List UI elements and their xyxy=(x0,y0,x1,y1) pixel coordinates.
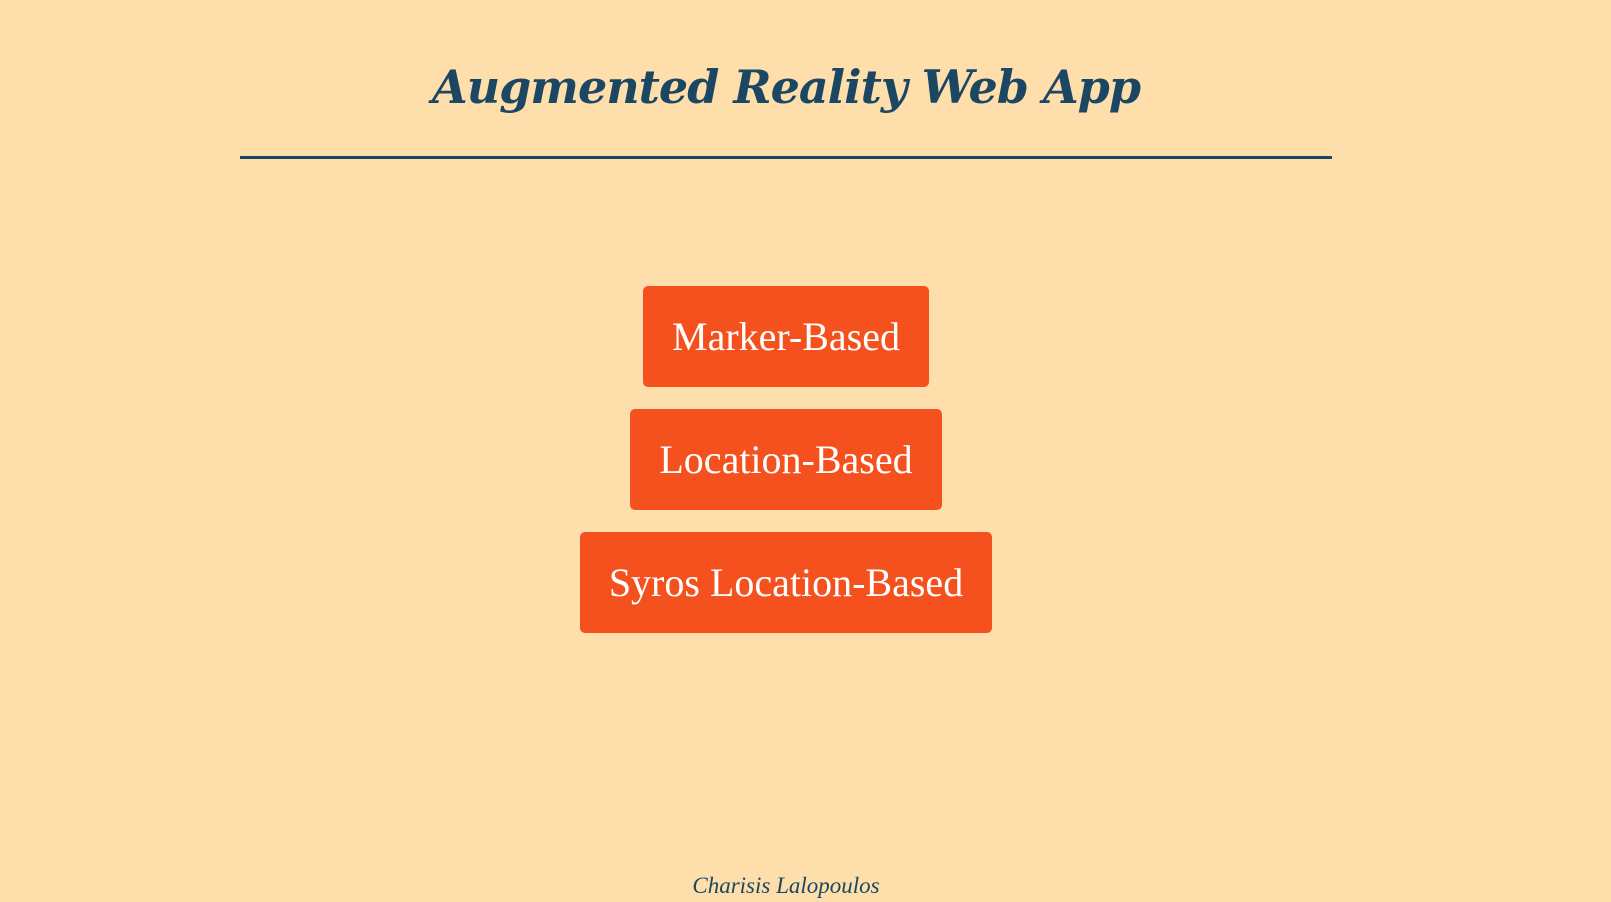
mode-button-group: Marker-Based Location-Based Syros Locati… xyxy=(0,286,1572,655)
page: Augmented Reality Web App Marker-Based L… xyxy=(0,0,1611,902)
location-based-button[interactable]: Location-Based xyxy=(630,409,942,510)
page-title: Augmented Reality Web App xyxy=(432,60,1141,114)
footer-author: Charisis Lalopoulos xyxy=(692,873,880,898)
marker-based-button[interactable]: Marker-Based xyxy=(643,286,929,387)
syros-location-based-button[interactable]: Syros Location-Based xyxy=(579,532,993,633)
title-divider xyxy=(240,156,1332,159)
